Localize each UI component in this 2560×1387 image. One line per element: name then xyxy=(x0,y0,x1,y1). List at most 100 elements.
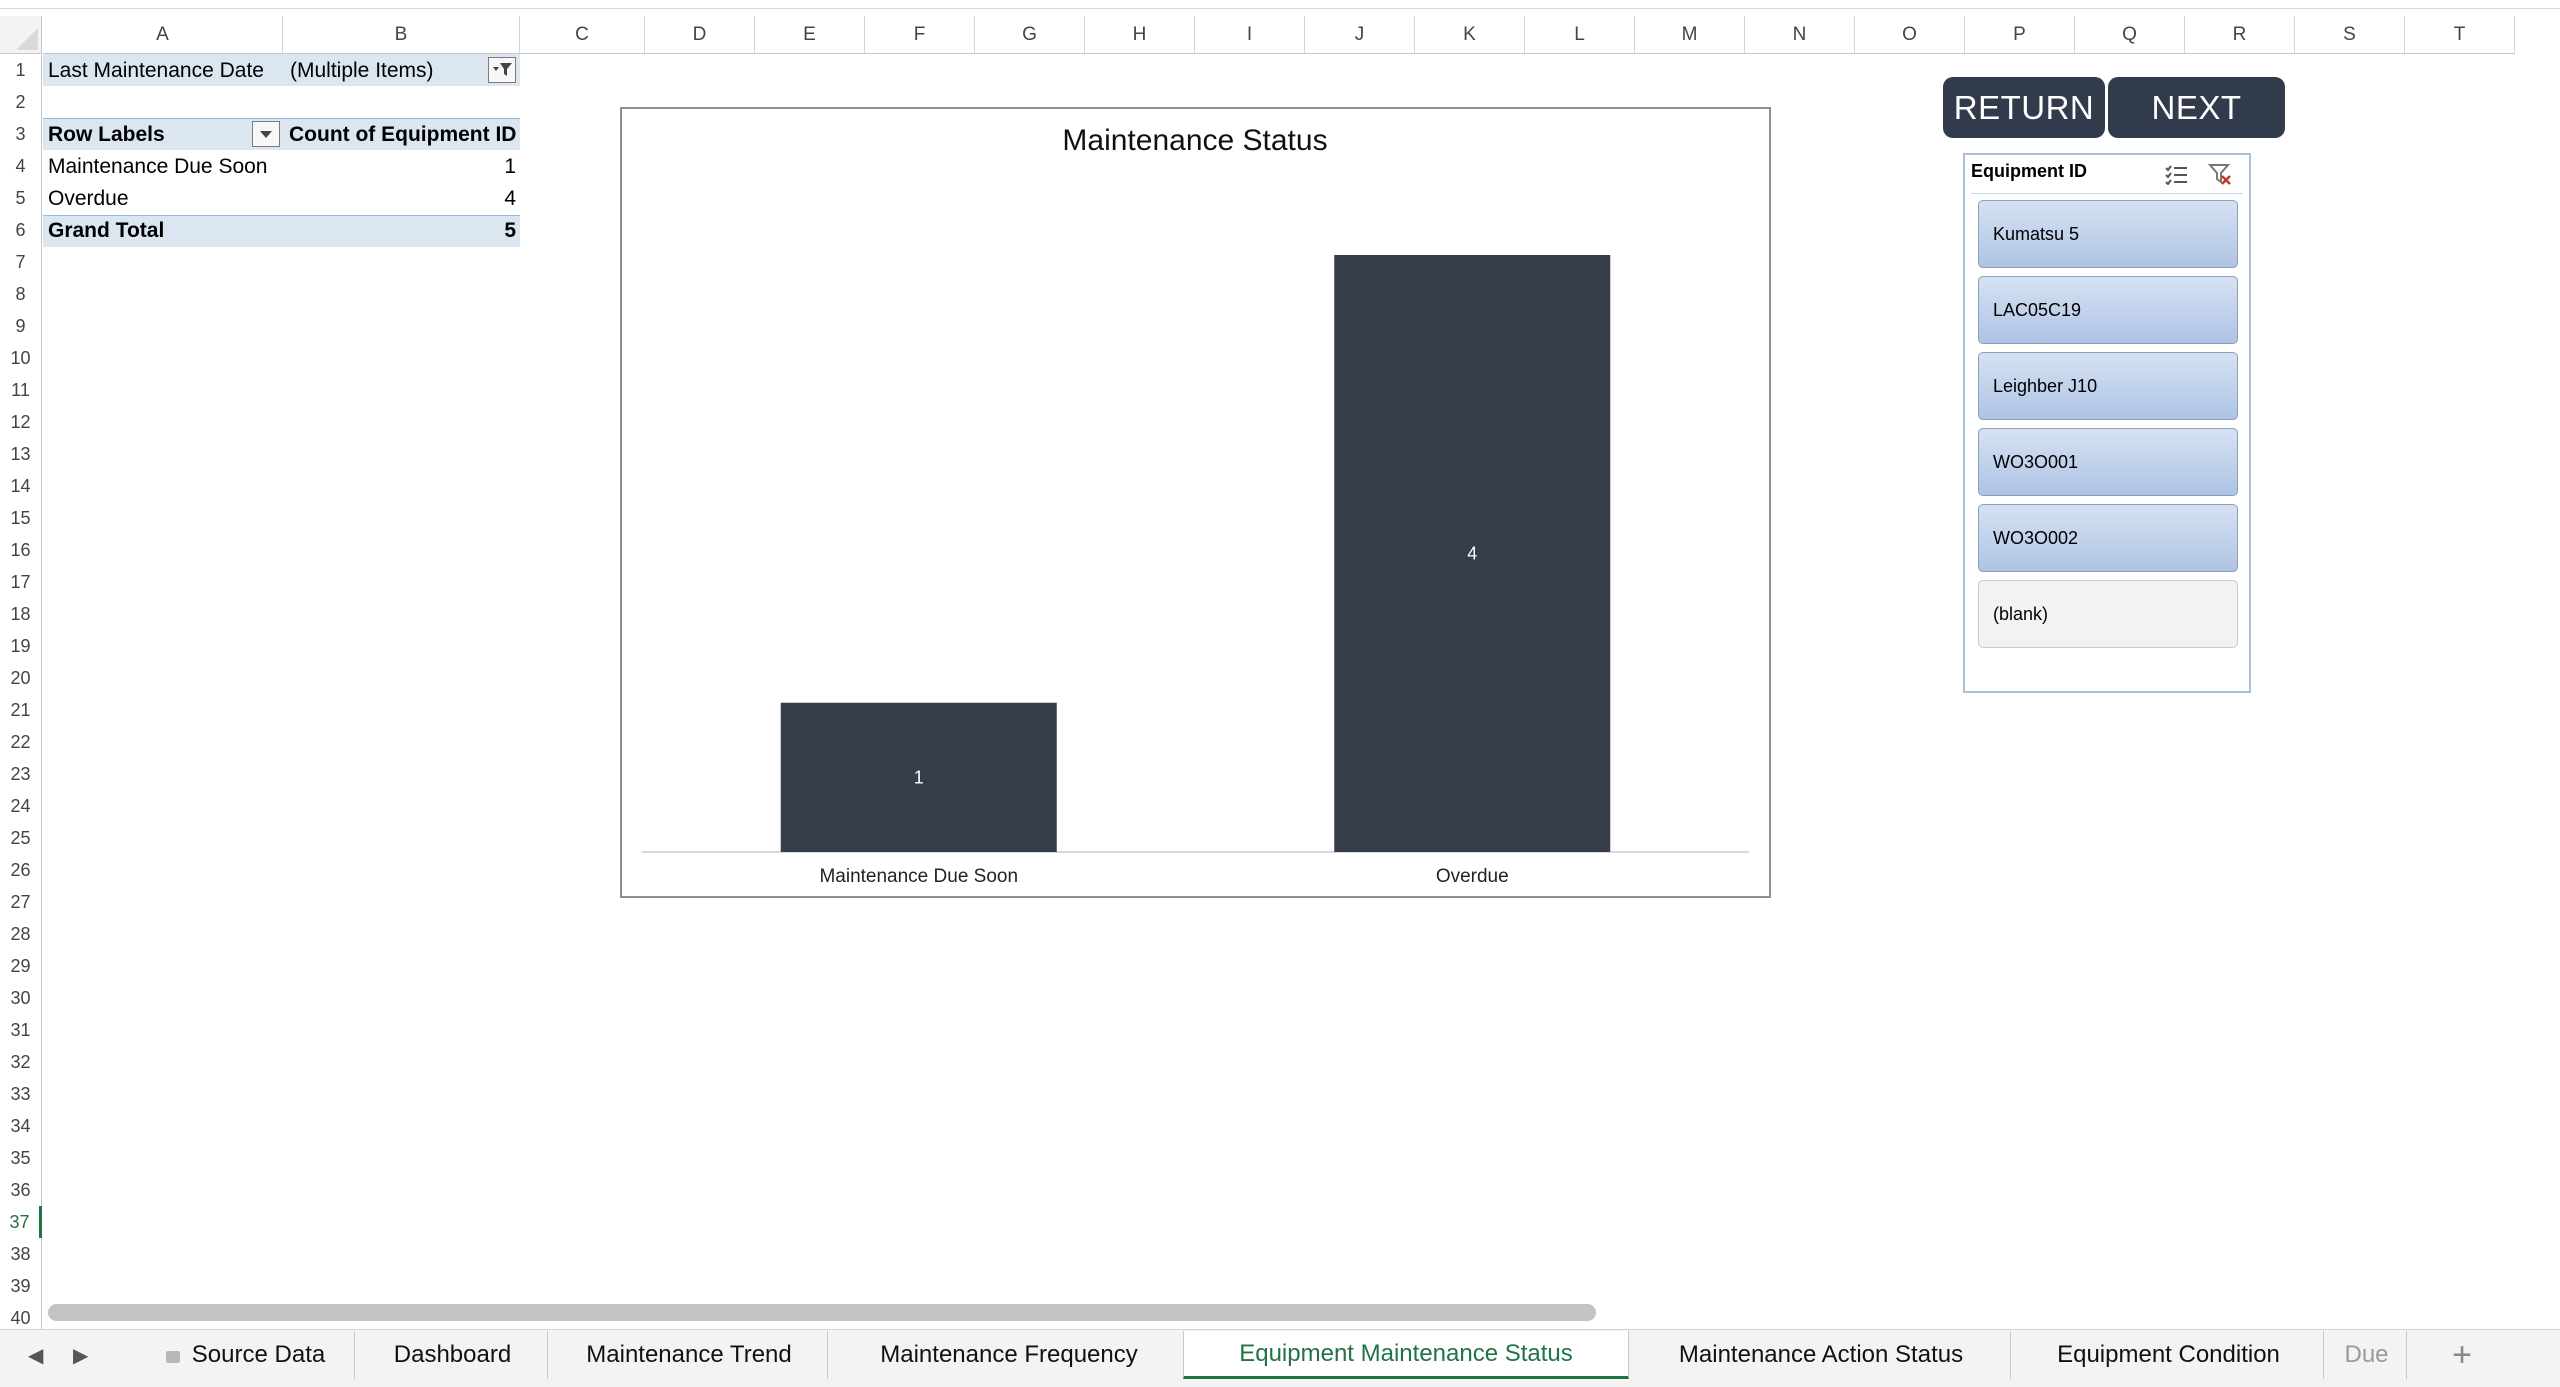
column-header-s[interactable]: S xyxy=(2295,16,2405,54)
value-column-header: Count of Equipment ID xyxy=(289,123,517,146)
row-header-13[interactable]: 13 xyxy=(0,438,42,470)
sheet-tab-equipment-maintenance-status[interactable]: Equipment Maintenance Status xyxy=(1183,1331,1629,1379)
slicer-item[interactable]: Leighber J10 xyxy=(1978,352,2238,420)
row-header-7[interactable]: 7 xyxy=(0,246,42,278)
clear-filter-icon[interactable] xyxy=(2207,161,2233,187)
select-all-corner[interactable] xyxy=(0,16,42,54)
column-header-r[interactable]: R xyxy=(2185,16,2295,54)
grand-total-value: 5 xyxy=(504,219,516,242)
row-header-5[interactable]: 5 xyxy=(0,182,42,214)
slicer-item-label: (blank) xyxy=(1993,603,2049,624)
row-header-25[interactable]: 25 xyxy=(0,822,42,854)
row-header-33[interactable]: 33 xyxy=(0,1078,42,1110)
row-header-11[interactable]: 11 xyxy=(0,374,42,406)
slicer-item[interactable]: WO3O001 xyxy=(1978,428,2238,496)
column-header-q[interactable]: Q xyxy=(2075,16,2185,54)
return-button[interactable]: RETURN xyxy=(1943,77,2105,138)
column-header-o[interactable]: O xyxy=(1855,16,1965,54)
row-header-32[interactable]: 32 xyxy=(0,1046,42,1078)
row-header-18[interactable]: 18 xyxy=(0,598,42,630)
row-header-8[interactable]: 8 xyxy=(0,278,42,310)
multi-select-icon[interactable] xyxy=(2163,161,2189,187)
row-header-15[interactable]: 15 xyxy=(0,502,42,534)
slicer-item[interactable]: LAC05C19 xyxy=(1978,276,2238,344)
row-header-14[interactable]: 14 xyxy=(0,470,42,502)
row-header-16[interactable]: 16 xyxy=(0,534,42,566)
row-header-20[interactable]: 20 xyxy=(0,662,42,694)
row-labels-dropdown-button[interactable] xyxy=(252,121,280,147)
row-header-29[interactable]: 29 xyxy=(0,950,42,982)
add-sheet-icon[interactable]: + xyxy=(2442,1335,2482,1375)
column-header-m[interactable]: M xyxy=(1635,16,1745,54)
sheet-tab-label: Source Data xyxy=(191,1341,326,1368)
row-header-6[interactable]: 6 xyxy=(0,214,42,246)
column-header-d[interactable]: D xyxy=(645,16,755,54)
row-header-10[interactable]: 10 xyxy=(0,342,42,374)
row-header-38[interactable]: 38 xyxy=(0,1238,42,1270)
column-header-a[interactable]: A xyxy=(43,16,283,54)
row-header-9[interactable]: 9 xyxy=(0,310,42,342)
sheet-tab-maintenance-action-status[interactable]: Maintenance Action Status xyxy=(1632,1331,2011,1379)
row-header-37[interactable]: 37 xyxy=(0,1206,42,1238)
row-header-1[interactable]: 1 xyxy=(0,54,42,86)
sheet-tab-maintenance-trend[interactable]: Maintenance Trend xyxy=(551,1331,828,1379)
row-header-17[interactable]: 17 xyxy=(0,566,42,598)
sheet-tab-source-data[interactable]: Source Data xyxy=(137,1331,355,1379)
row-header-36[interactable]: 36 xyxy=(0,1174,42,1206)
column-header-k[interactable]: K xyxy=(1415,16,1525,54)
row-header-23[interactable]: 23 xyxy=(0,758,42,790)
row-header-39[interactable]: 39 xyxy=(0,1270,42,1302)
filter-funnel-icon xyxy=(493,63,512,76)
pivot-row-label: Maintenance Due Soon xyxy=(48,155,268,178)
scroll-tabs-left-icon[interactable]: ◀ xyxy=(28,1343,43,1368)
sheet-tab-dashboard[interactable]: Dashboard xyxy=(358,1331,548,1379)
row-header-12[interactable]: 12 xyxy=(0,406,42,438)
chart-svg: Maintenance Status 1 Maintenance Due Soon… xyxy=(642,124,1749,887)
column-header-p[interactable]: P xyxy=(1965,16,2075,54)
chart-title: Maintenance Status xyxy=(1062,124,1327,157)
row-header-27[interactable]: 27 xyxy=(0,886,42,918)
slicer-item[interactable]: Kumatsu 5 xyxy=(1978,200,2238,268)
row-header-22[interactable]: 22 xyxy=(0,726,42,758)
slicer-item-label: Kumatsu 5 xyxy=(1993,223,2080,244)
column-header-c[interactable]: C xyxy=(520,16,645,54)
row-header-35[interactable]: 35 xyxy=(0,1142,42,1174)
row-header-30[interactable]: 30 xyxy=(0,982,42,1014)
column-header-h[interactable]: H xyxy=(1085,16,1195,54)
column-header-t[interactable]: T xyxy=(2405,16,2515,54)
column-header-f[interactable]: F xyxy=(865,16,975,54)
column-header-n[interactable]: N xyxy=(1745,16,1855,54)
next-button[interactable]: NEXT xyxy=(2108,77,2285,138)
sheet-tab-label: Equipment Maintenance Status xyxy=(1239,1339,1573,1367)
row-header-34[interactable]: 34 xyxy=(0,1110,42,1142)
row-header-19[interactable]: 19 xyxy=(0,630,42,662)
row-header-26[interactable]: 26 xyxy=(0,854,42,886)
row-header-21[interactable]: 21 xyxy=(0,694,42,726)
column-header-l[interactable]: L xyxy=(1525,16,1635,54)
row-header-24[interactable]: 24 xyxy=(0,790,42,822)
horizontal-scrollbar[interactable] xyxy=(48,1304,1596,1321)
slicer-item[interactable]: WO3O002 xyxy=(1978,504,2238,572)
filter-dropdown-button[interactable] xyxy=(488,57,516,83)
sheet-tab-maintenance-frequency[interactable]: Maintenance Frequency xyxy=(832,1331,1187,1379)
x-tick-label: Overdue xyxy=(1436,866,1509,887)
sheet-tab-equipment-condition[interactable]: Equipment Condition xyxy=(2014,1331,2324,1379)
slicer-item[interactable]: (blank) xyxy=(1978,580,2238,648)
column-header-e[interactable]: E xyxy=(755,16,865,54)
row-header-4[interactable]: 4 xyxy=(0,150,42,182)
column-header-i[interactable]: I xyxy=(1195,16,1305,54)
column-header-j[interactable]: J xyxy=(1305,16,1415,54)
slicer-item-label: WO3O001 xyxy=(1993,451,2079,472)
row-header-28[interactable]: 28 xyxy=(0,918,42,950)
grand-total-label: Grand Total xyxy=(48,219,165,242)
row-header-3[interactable]: 3 xyxy=(0,118,42,150)
pivot-row-value: 1 xyxy=(504,155,516,178)
sheet-tab-due[interactable]: Due xyxy=(2327,1331,2407,1379)
column-header-g[interactable]: G xyxy=(975,16,1085,54)
slicer-separator xyxy=(1971,193,2243,194)
scroll-tabs-right-icon[interactable]: ▶ xyxy=(73,1343,88,1368)
row-header-31[interactable]: 31 xyxy=(0,1014,42,1046)
maintenance-status-chart[interactable]: Maintenance Status 1 Maintenance Due Soon… xyxy=(620,107,1771,898)
row-header-2[interactable]: 2 xyxy=(0,86,42,118)
column-header-b[interactable]: B xyxy=(283,16,520,54)
